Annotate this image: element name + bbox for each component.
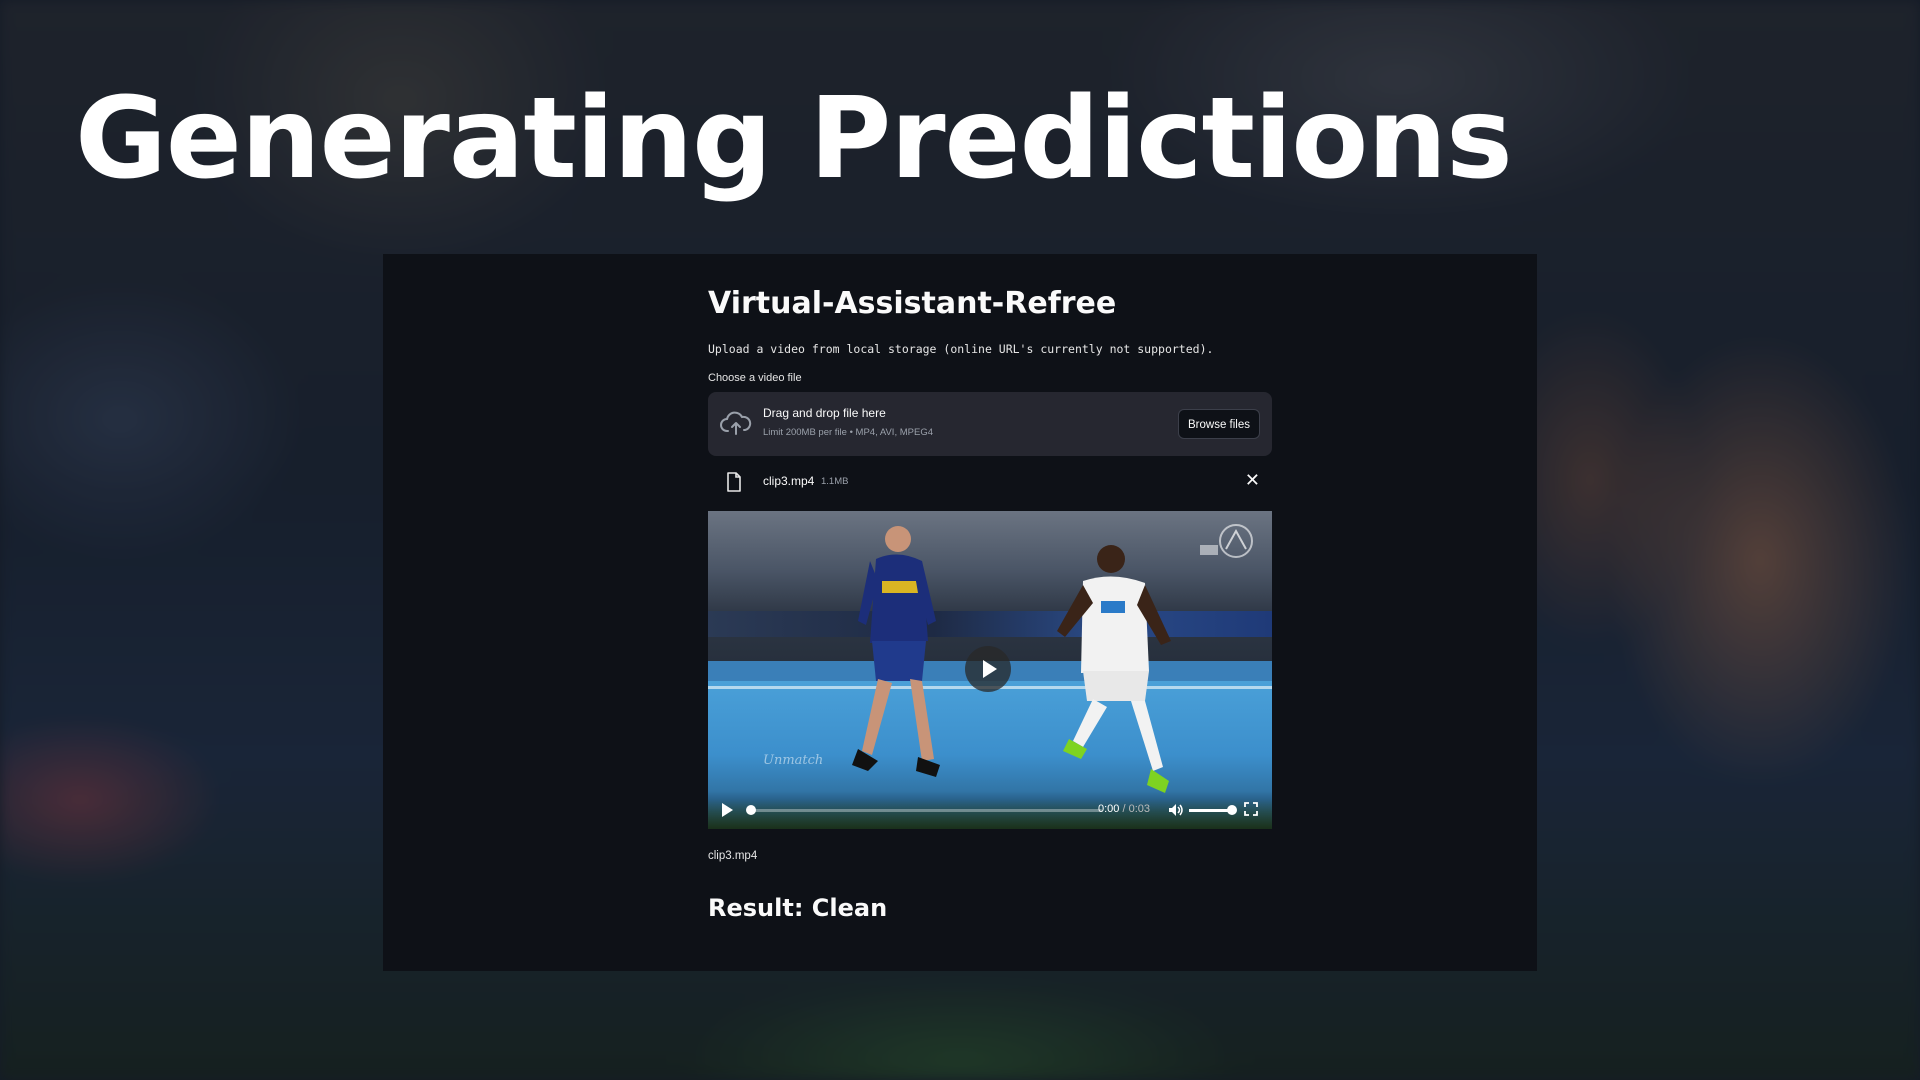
dropzone-instruction: Drag and drop file here	[763, 406, 886, 420]
video-controls: 0:00 / 0:03	[708, 791, 1272, 829]
app-title: Virtual-Assistant-Refree	[708, 286, 1117, 321]
seek-handle[interactable]	[746, 805, 756, 815]
video-watermark: Unmatch	[763, 753, 824, 768]
video-player-figure-right	[1057, 545, 1171, 793]
uploader-label: Choose a video file	[708, 372, 802, 384]
current-time: 0:00	[1098, 803, 1120, 815]
dropzone-text: Drag and drop file here Limit 200MB per …	[763, 406, 933, 438]
cloud-upload-icon	[720, 411, 752, 435]
broadcast-logo-icon	[1200, 524, 1253, 558]
video-seek-bar[interactable]	[746, 805, 1102, 815]
play-icon[interactable]	[722, 803, 733, 817]
file-dropzone[interactable]: Drag and drop file here Limit 200MB per …	[708, 392, 1272, 456]
video-duration: 0:03	[1128, 803, 1151, 815]
video-frame-stands	[708, 511, 1272, 661]
video-player-figure-left	[852, 526, 940, 777]
remove-file-button[interactable]: ✕	[1245, 470, 1260, 491]
volume-handle[interactable]	[1227, 805, 1237, 815]
time-separator: /	[1119, 803, 1129, 815]
video-frame-banner	[708, 611, 1272, 637]
video-time: 0:00 / 0:03	[1098, 803, 1150, 815]
file-icon	[727, 472, 741, 492]
app-description: Upload a video from local storage (onlin…	[708, 342, 1214, 356]
browse-files-button[interactable]: Browse files	[1178, 409, 1260, 439]
dropzone-limit: Limit 200MB per file • MP4, AVI, MPEG4	[763, 427, 933, 438]
video-player[interactable]: Unmatch 0:00 / 0:03	[708, 511, 1272, 829]
video-caption: clip3.mp4	[708, 850, 758, 862]
video-center-play-button[interactable]	[965, 646, 1011, 692]
app-screenshot: Virtual-Assistant-Refree Upload a video …	[383, 254, 1537, 971]
slide-title: Generating Predictions	[75, 74, 1513, 204]
uploaded-file-row: clip3.mp4 1.1MB ✕	[708, 464, 1272, 500]
volume-slider[interactable]	[1189, 805, 1237, 815]
uploaded-file-name: clip3.mp4	[763, 474, 815, 488]
prediction-result: Result: Clean	[708, 894, 888, 922]
volume-icon[interactable]	[1168, 802, 1184, 818]
fullscreen-icon[interactable]	[1244, 802, 1258, 816]
uploaded-file-size: 1.1MB	[821, 476, 849, 487]
